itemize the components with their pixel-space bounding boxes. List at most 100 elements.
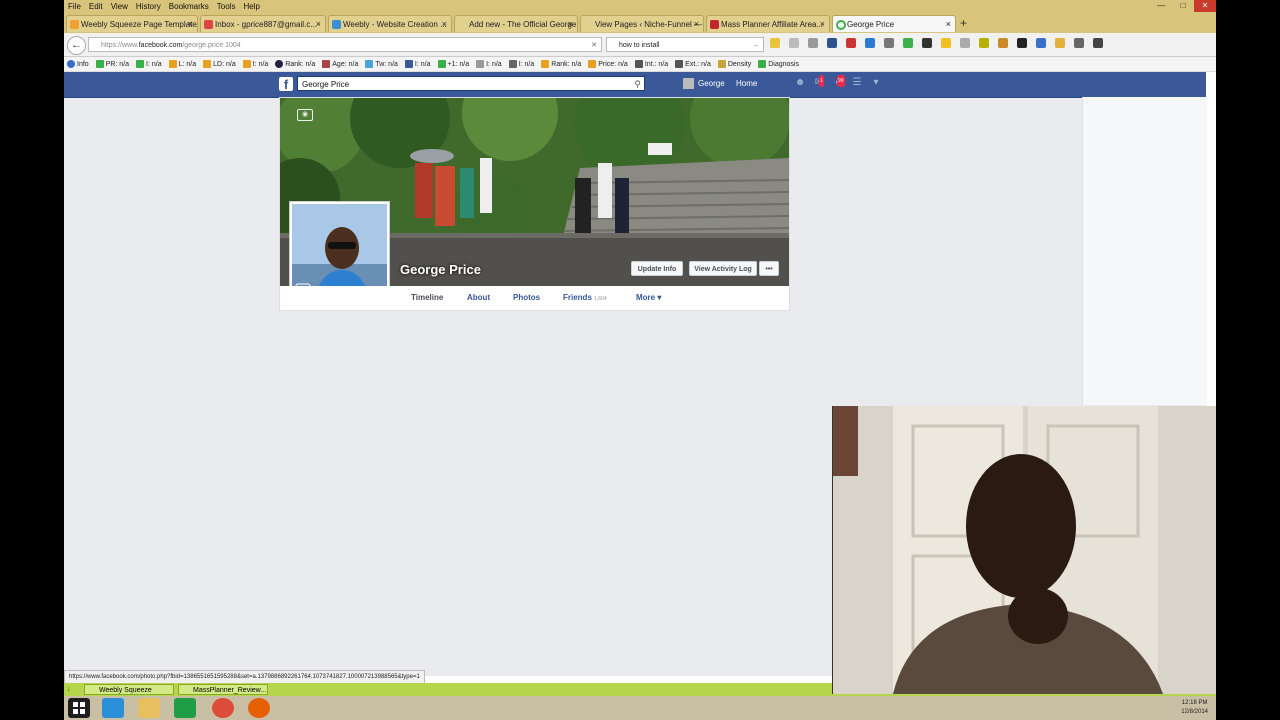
seo-item[interactable]: I: n/a (404, 60, 431, 68)
file-explorer-icon[interactable] (138, 698, 160, 718)
seo-item[interactable]: I: n/a (476, 60, 502, 68)
menu-edit[interactable]: Edit (89, 2, 103, 11)
tab-close-icon[interactable]: × (442, 16, 447, 32)
download-item-massplanner[interactable]: MassPlanner_Review... (178, 684, 268, 695)
addon-blue-icon[interactable] (1036, 38, 1046, 48)
google-icon (95, 60, 104, 68)
addon-brown-icon[interactable] (998, 38, 1008, 48)
tab-close-icon[interactable]: × (316, 16, 321, 32)
more-options-button[interactable]: ••• (759, 261, 779, 276)
camera-icon[interactable]: ◉ (297, 109, 313, 121)
seo-item-info[interactable]: Info (67, 60, 89, 68)
download-icon[interactable] (865, 38, 875, 48)
addon-dark-icon[interactable] (922, 38, 932, 48)
addon-gear-icon[interactable] (1074, 38, 1084, 48)
back-button[interactable]: ← (67, 36, 86, 55)
reload-icon[interactable]: ✕ (591, 38, 597, 53)
view-activity-log-button[interactable]: View Activity Log (689, 261, 757, 276)
tab-about[interactable]: About (467, 293, 490, 302)
seo-item[interactable]: Rank: n/a (275, 60, 315, 68)
tab-mass-planner[interactable]: Mass Planner Affiliate Area... × (706, 15, 830, 32)
addon-gray-icon[interactable] (960, 38, 970, 48)
tab-friends[interactable]: Friends 1,604 (563, 293, 607, 302)
seo-item[interactable]: I: n/a (136, 60, 162, 68)
system-clock[interactable]: 12:18 PM 12/8/2014 (1181, 699, 1208, 717)
tab-photos[interactable]: Photos (513, 293, 540, 302)
close-window-button[interactable]: ✕ (1194, 0, 1216, 12)
tab-close-icon[interactable]: × (694, 16, 699, 32)
seo-item[interactable]: I: n/a (508, 60, 534, 68)
download-arrow-icon[interactable]: ↓ (67, 684, 77, 695)
addon-yellow-icon[interactable] (941, 38, 951, 48)
bookmark-star-icon[interactable] (789, 38, 799, 48)
menu-bookmarks[interactable]: Bookmarks (169, 2, 209, 11)
addon-black-icon[interactable] (1017, 38, 1027, 48)
internet-explorer-icon[interactable] (102, 698, 124, 718)
notifications-icon[interactable]: ●99 (832, 75, 845, 89)
profile-picture[interactable] (289, 201, 390, 286)
tab-inbox[interactable]: Inbox - gprice887@gmail.c... × (200, 15, 326, 32)
addon-icon[interactable] (770, 38, 780, 48)
seo-item[interactable]: Ext.: n/a (675, 60, 711, 68)
menu-tools[interactable]: Tools (217, 2, 236, 11)
tab-weebly-website[interactable]: Weebly - Website Creation ... × (328, 15, 452, 32)
seo-item[interactable]: Tw: n/a (365, 60, 398, 68)
tab-more[interactable]: More ▾ (636, 293, 661, 302)
menu-help[interactable]: Help (243, 2, 259, 11)
tab-close-icon[interactable]: × (820, 16, 825, 32)
addon-olive-icon[interactable] (979, 38, 989, 48)
facebook-search-input[interactable]: George Price ⚲ (297, 76, 645, 91)
seo-item[interactable]: Age: n/a (322, 60, 358, 68)
tab-weebly-squeeze[interactable]: Weebly Squeeze Page Template × (66, 15, 198, 32)
seo-item-pr[interactable]: PR: n/a (95, 60, 129, 68)
messages-icon[interactable]: ✉1 (813, 75, 825, 89)
seo-item[interactable]: Price: n/a (588, 60, 628, 68)
start-button[interactable] (68, 698, 90, 718)
friend-requests-icon[interactable]: ☻ (794, 77, 806, 89)
seo-item[interactable]: L: n/a (168, 60, 196, 68)
seo-item[interactable]: I: n/a (242, 60, 268, 68)
chrome-icon[interactable] (212, 698, 234, 718)
seo-item[interactable]: Int.: n/a (634, 60, 668, 68)
tab-close-icon[interactable]: × (188, 16, 193, 32)
seo-item[interactable]: Rank: n/a (541, 60, 581, 68)
seo-item[interactable]: LD: n/a (203, 60, 236, 68)
update-info-button[interactable]: Update Info (631, 261, 683, 276)
profile-link[interactable]: George (683, 78, 725, 89)
tab-george-price[interactable]: George Price × (832, 15, 956, 32)
addon-smile-icon[interactable] (1055, 38, 1065, 48)
save-icon[interactable] (827, 38, 837, 48)
seo-item-diagnosis[interactable]: Diagnosis (758, 60, 799, 68)
menu-history[interactable]: History (136, 2, 161, 11)
browser-search-input[interactable]: how to install → (606, 37, 764, 52)
tab-close-icon[interactable]: × (568, 16, 573, 32)
tab-close-icon[interactable]: × (946, 16, 951, 32)
tab-add-new[interactable]: Add new - The Official George... × (454, 15, 578, 32)
clipboard-icon[interactable] (808, 38, 818, 48)
search-go-icon[interactable]: → (752, 38, 759, 53)
home-link[interactable]: Home (736, 79, 757, 88)
new-tab-icon[interactable]: + (960, 16, 967, 30)
minimize-button[interactable]: — (1150, 0, 1172, 12)
settings-chevron-icon[interactable]: ▾ (870, 77, 882, 89)
addon-red-icon[interactable] (846, 38, 856, 48)
profile-name[interactable]: George Price (400, 262, 481, 277)
cover-photo[interactable]: ◉ George Price Update Info View Activity… (280, 98, 789, 286)
firefox-icon[interactable] (248, 698, 270, 718)
seo-item[interactable]: +1: n/a (437, 60, 469, 68)
addon-green-icon[interactable] (903, 38, 913, 48)
menu-view[interactable]: View (111, 2, 128, 11)
url-bar[interactable]: https://www.facebook.com/george.price.10… (88, 37, 602, 52)
store-icon[interactable] (174, 698, 196, 718)
menu-hamburger-icon[interactable] (1093, 38, 1103, 48)
tab-timeline[interactable]: Timeline (411, 293, 443, 302)
seo-item-density[interactable]: Density (717, 60, 751, 68)
facebook-logo-icon[interactable]: f (279, 77, 293, 92)
search-icon[interactable]: ⚲ (634, 77, 641, 92)
menu-file[interactable]: File (68, 2, 81, 11)
home-icon[interactable] (884, 38, 894, 48)
download-item-weebly[interactable]: Weebly Squeeze Pag... (84, 684, 174, 705)
tab-view-pages[interactable]: View Pages ‹ Niche-Funnel — ... × (580, 15, 704, 32)
maximize-button[interactable]: □ (1172, 0, 1194, 12)
privacy-shortcuts-icon[interactable]: ☰ (851, 77, 863, 89)
